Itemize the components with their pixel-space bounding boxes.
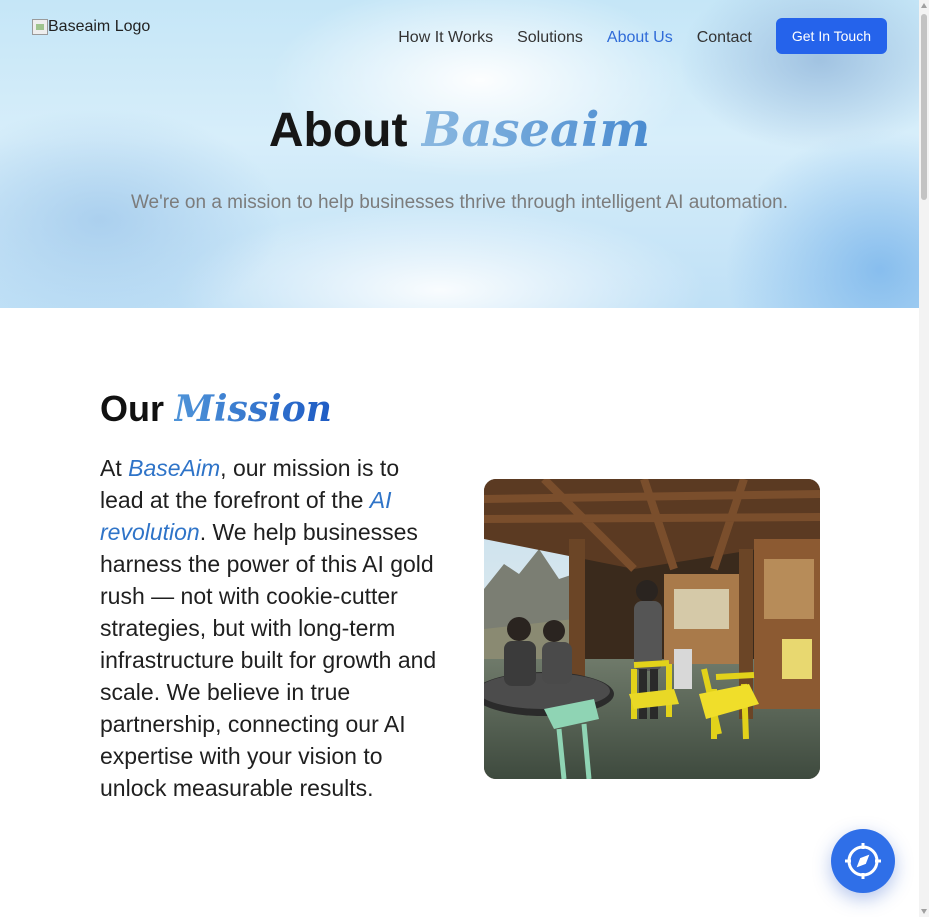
nav-link-solutions[interactable]: Solutions	[517, 29, 583, 47]
page-title-plain: About	[268, 104, 408, 157]
get-in-touch-button[interactable]: Get In Touch	[775, 18, 887, 54]
scroll-down-arrow-icon[interactable]	[921, 909, 927, 914]
mission-heading-plain: Our	[100, 388, 165, 429]
mission-paragraph: At BaseAim, our mission is to lead at th…	[100, 452, 445, 804]
page-title-accent: Baseaim	[420, 102, 651, 158]
mission-text-part-1: At	[100, 455, 129, 481]
main-nav: How It Works Solutions About Us Contact …	[398, 18, 887, 54]
hero-section: Baseaim Logo How It Works Solutions Abou…	[0, 0, 919, 308]
mission-heading-accent: Mission	[174, 388, 332, 430]
mission-highlight-baseaim: BaseAim	[128, 455, 221, 481]
mission-text-part-3: . We help businesses harness the power o…	[100, 519, 437, 801]
scroll-up-arrow-icon[interactable]	[921, 3, 927, 8]
logo[interactable]: Baseaim Logo	[32, 18, 150, 36]
scrollbar-thumb[interactable]	[921, 14, 927, 200]
floating-action-button[interactable]	[831, 829, 895, 893]
page-title: About Baseaim	[0, 102, 919, 158]
logo-alt-text: Baseaim Logo	[48, 18, 151, 35]
scrollbar[interactable]	[919, 0, 929, 917]
nav-link-contact[interactable]: Contact	[697, 29, 752, 47]
broken-image-icon	[32, 19, 48, 35]
compass-icon	[845, 843, 881, 879]
page-subtitle: We're on a mission to help businesses th…	[130, 192, 789, 213]
nav-link-how-it-works[interactable]: How It Works	[398, 29, 493, 47]
mission-heading: Our Mission	[100, 388, 332, 430]
nav-link-about-us[interactable]: About Us	[607, 29, 673, 47]
mission-photo	[484, 479, 820, 779]
